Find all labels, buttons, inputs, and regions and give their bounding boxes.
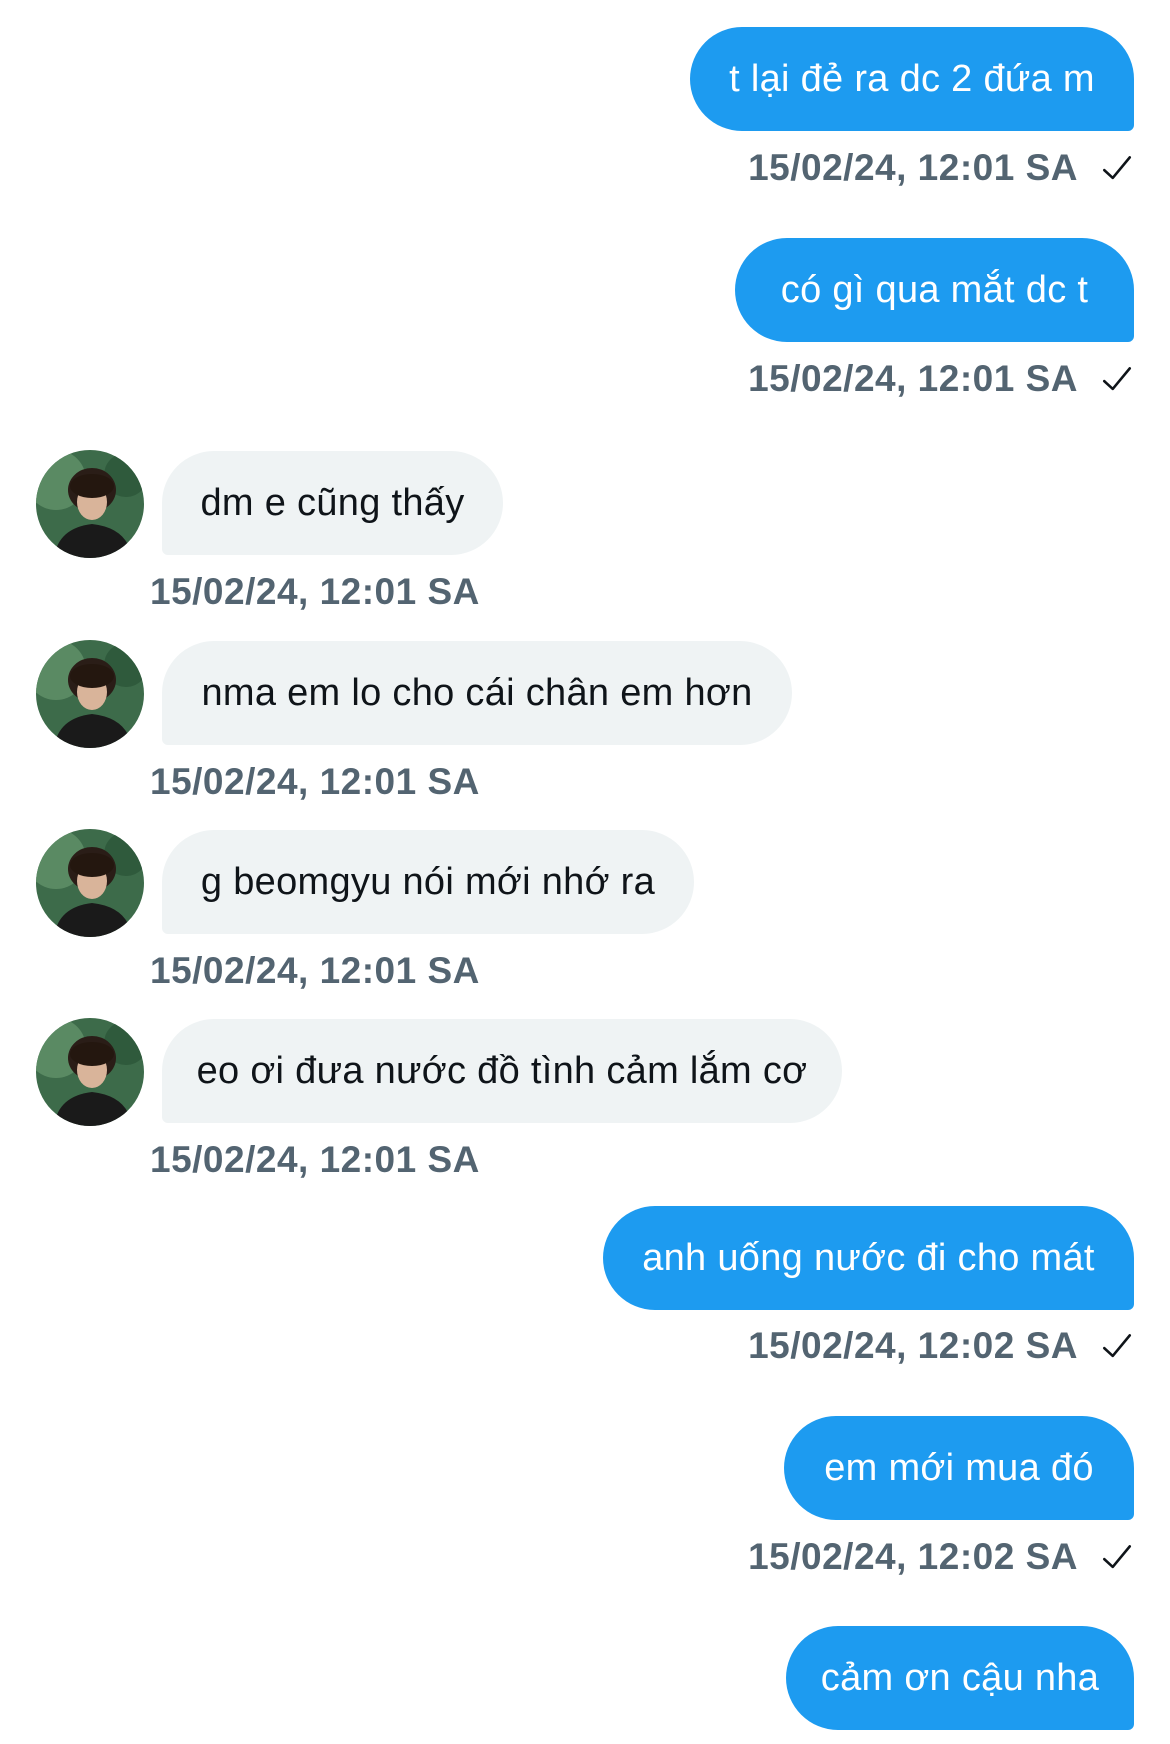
message-timestamp: 15/02/24, 12:02 SA: [748, 1532, 1134, 1582]
timestamp-text: 15/02/24, 12:01 SA: [748, 358, 1078, 399]
incoming-message-bubble[interactable]: nma em lo cho cái chân em hơn: [162, 641, 792, 745]
timestamp-text: 15/02/24, 12:01 SA: [150, 1139, 480, 1180]
incoming-message-bubble[interactable]: g beomgyu nói mới nhớ ra: [162, 830, 694, 934]
outgoing-message-bubble[interactable]: cảm ơn cậu nha: [786, 1626, 1134, 1730]
avatar-icon[interactable]: [36, 829, 144, 937]
message-timestamp: 15/02/24, 12:01 SA: [150, 757, 480, 807]
timestamp-text: 15/02/24, 12:01 SA: [150, 950, 480, 991]
incoming-message-bubble[interactable]: dm e cũng thấy: [162, 451, 503, 555]
incoming-message-bubble[interactable]: eo ơi đưa nước đồ tình cảm lắm cơ: [162, 1019, 842, 1123]
outgoing-message-bubble[interactable]: em mới mua đó: [784, 1416, 1134, 1520]
outgoing-message-bubble[interactable]: anh uống nước đi cho mát: [603, 1206, 1134, 1310]
checkmark-icon: [1100, 1540, 1134, 1574]
timestamp-text: 15/02/24, 12:02 SA: [748, 1325, 1078, 1366]
message-timestamp: 15/02/24, 12:01 SA: [150, 567, 480, 617]
checkmark-icon: [1100, 151, 1134, 185]
checkmark-icon: [1100, 1329, 1134, 1363]
message-timestamp: 15/02/24, 12:01 SA: [748, 354, 1134, 404]
avatar-icon[interactable]: [36, 1018, 144, 1126]
avatar-icon[interactable]: [36, 450, 144, 558]
timestamp-text: 15/02/24, 12:01 SA: [150, 761, 480, 802]
outgoing-message-bubble[interactable]: có gì qua mắt dc t: [735, 238, 1134, 342]
timestamp-text: 15/02/24, 12:01 SA: [150, 571, 480, 612]
message-timestamp: 15/02/24, 12:01 SA: [748, 143, 1134, 193]
timestamp-text: 15/02/24, 12:02 SA: [748, 1536, 1078, 1577]
message-timestamp: 15/02/24, 12:01 SA: [150, 1135, 480, 1185]
message-timestamp: 15/02/24, 12:02 SA: [748, 1321, 1134, 1371]
checkmark-icon: [1100, 362, 1134, 396]
timestamp-text: 15/02/24, 12:01 SA: [748, 147, 1078, 188]
outgoing-message-bubble[interactable]: t lại đẻ ra dc 2 đứa m: [690, 27, 1134, 131]
message-timestamp: 15/02/24, 12:01 SA: [150, 946, 480, 996]
avatar-icon[interactable]: [36, 640, 144, 748]
